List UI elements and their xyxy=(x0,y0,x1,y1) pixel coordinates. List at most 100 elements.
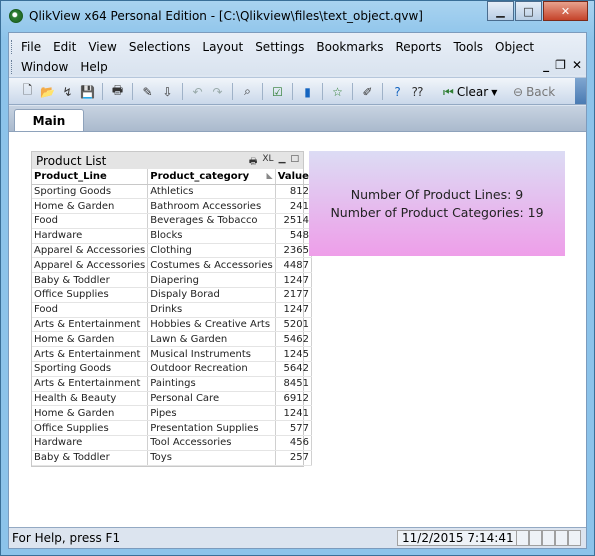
save-icon[interactable]: 💾 xyxy=(79,83,96,100)
cell-product-line[interactable]: Food xyxy=(32,213,149,229)
cell-product-line[interactable]: Arts & Entertainment xyxy=(32,376,149,392)
column-header-value[interactable]: Value xyxy=(275,169,312,185)
menu-reports[interactable]: Reports xyxy=(389,38,447,56)
open-folder-icon[interactable]: 📂 xyxy=(39,83,56,100)
close-button[interactable]: ✕ xyxy=(543,1,588,21)
cell-value[interactable]: 8451 xyxy=(275,376,312,392)
clear-button[interactable]: ⏮ Clear ▼ xyxy=(437,82,503,102)
cell-product-category[interactable]: Drinks xyxy=(147,302,276,318)
redo-icon[interactable]: ↷ xyxy=(209,83,226,100)
menu-help[interactable]: Help xyxy=(74,58,113,76)
maximize-icon[interactable]: □ xyxy=(290,154,299,170)
edit-icon[interactable]: ✐ xyxy=(359,83,376,100)
reload-icon[interactable]: ↯ xyxy=(59,83,76,100)
checkbox-icon[interactable]: ☑ xyxy=(269,83,286,100)
cell-product-line[interactable]: Office Supplies xyxy=(32,287,149,303)
cell-product-line[interactable]: Apparel & Accessories xyxy=(32,257,149,274)
cell-product-category[interactable]: Pipes xyxy=(147,405,276,422)
cell-value[interactable]: 812 xyxy=(275,184,312,200)
excel-export-button[interactable]: XL xyxy=(262,154,273,170)
cell-product-line[interactable]: Baby & Toddler xyxy=(32,272,149,289)
menu-tools[interactable]: Tools xyxy=(447,38,489,56)
help-icon[interactable]: ? xyxy=(389,83,406,100)
cell-product-category[interactable]: Clothing xyxy=(147,243,276,259)
cell-value[interactable]: 5462 xyxy=(275,331,312,348)
cell-product-category[interactable]: Athletics xyxy=(147,184,276,200)
cell-product-category[interactable]: Bathroom Accessories xyxy=(147,198,276,215)
cell-product-category[interactable]: Diapering xyxy=(147,272,276,289)
cell-product-category[interactable]: Beverages & Tobacco xyxy=(147,213,276,229)
cell-product-line[interactable]: Office Supplies xyxy=(32,420,149,437)
table-caption[interactable]: Product List 🖶 XL ▁ □ xyxy=(32,152,303,169)
cell-value[interactable]: 2365 xyxy=(275,243,312,259)
cell-value[interactable]: 4487 xyxy=(275,257,312,274)
cell-product-category[interactable]: Lawn & Garden xyxy=(147,331,276,348)
cell-value[interactable]: 456 xyxy=(275,435,312,451)
cell-value[interactable]: 548 xyxy=(275,228,312,244)
new-document-icon[interactable]: 🗋 xyxy=(19,83,36,100)
cell-product-line[interactable]: Baby & Toddler xyxy=(32,450,149,466)
print-icon[interactable]: 🖶 xyxy=(109,83,126,100)
minimize-icon[interactable]: ▁ xyxy=(279,154,286,170)
tab-main[interactable]: Main xyxy=(14,109,84,133)
cell-product-line[interactable]: Home & Garden xyxy=(32,198,149,215)
cell-value[interactable]: 241 xyxy=(275,198,312,215)
cell-product-category[interactable]: Personal Care xyxy=(147,391,276,407)
product-list-table-box[interactable]: Product List 🖶 XL ▁ □ Product_Line Produ… xyxy=(31,151,312,467)
cell-product-line[interactable]: Sporting Goods xyxy=(32,361,149,377)
minimize-button[interactable]: ▁ xyxy=(487,1,514,21)
menu-file[interactable]: File xyxy=(15,38,47,56)
cell-product-line[interactable]: Sporting Goods xyxy=(32,184,149,200)
back-button[interactable]: ⊖ Back xyxy=(507,82,561,102)
cell-product-category[interactable]: Outdoor Recreation xyxy=(147,361,276,377)
cell-value[interactable]: 577 xyxy=(275,420,312,437)
cell-product-line[interactable]: Arts & Entertainment xyxy=(32,346,149,363)
cell-value[interactable]: 6912 xyxy=(275,391,312,407)
cell-value[interactable]: 1247 xyxy=(275,272,312,289)
menu-settings[interactable]: Settings xyxy=(249,38,310,56)
cell-product-category[interactable]: Dispaly Borad xyxy=(147,287,276,303)
cell-product-line[interactable]: Apparel & Accessories xyxy=(32,243,149,259)
undo-icon[interactable]: ↶ xyxy=(189,83,206,100)
cell-product-line[interactable]: Home & Garden xyxy=(32,331,149,348)
doc-close-icon[interactable]: ✕ xyxy=(572,58,582,72)
search-icon[interactable]: ⌕ xyxy=(239,83,256,100)
cell-product-line[interactable]: Home & Garden xyxy=(32,405,149,422)
cell-product-category[interactable]: Costumes & Accessories xyxy=(147,257,276,274)
cell-product-line[interactable]: Arts & Entertainment xyxy=(32,317,149,333)
cell-value[interactable]: 5201 xyxy=(275,317,312,333)
column-header-product-line[interactable]: Product_Line xyxy=(32,169,149,185)
title-bar[interactable]: QlikView x64 Personal Edition - [C:\Qlik… xyxy=(1,1,594,31)
cell-product-category[interactable]: Paintings xyxy=(147,376,276,392)
cell-product-category[interactable]: Blocks xyxy=(147,228,276,244)
cell-product-category[interactable]: Toys xyxy=(147,450,276,466)
cell-value[interactable]: 257 xyxy=(275,450,312,466)
cell-value[interactable]: 1247 xyxy=(275,302,312,318)
doc-minimize-icon[interactable]: _ xyxy=(543,58,549,72)
toolbar-overflow-button[interactable] xyxy=(575,78,586,104)
summary-text-object[interactable]: Number Of Product Lines: 9 Number of Pro… xyxy=(309,151,565,256)
cell-value[interactable]: 5642 xyxy=(275,361,312,377)
menu-window[interactable]: Window xyxy=(15,58,74,76)
cell-product-line[interactable]: Hardware xyxy=(32,435,149,451)
menu-edit[interactable]: Edit xyxy=(47,38,82,56)
chart-icon[interactable]: ▮ xyxy=(299,83,316,100)
cell-product-category[interactable]: Presentation Supplies xyxy=(147,420,276,437)
reload-data-icon[interactable]: ⇩ xyxy=(159,83,176,100)
cell-product-line[interactable]: Food xyxy=(32,302,149,318)
maximize-button[interactable]: □ xyxy=(515,1,542,21)
menu-selections[interactable]: Selections xyxy=(123,38,197,56)
cell-value[interactable]: 2514 xyxy=(275,213,312,229)
edit-script-icon[interactable]: ✎ xyxy=(139,83,156,100)
menu-layout[interactable]: Layout xyxy=(196,38,249,56)
context-help-icon[interactable]: ⁇ xyxy=(409,83,426,100)
menu-object[interactable]: Object xyxy=(489,38,540,56)
bookmark-star-icon[interactable]: ☆ xyxy=(329,83,346,100)
cell-product-line[interactable]: Health & Beauty xyxy=(32,391,149,407)
cell-product-line[interactable]: Hardware xyxy=(32,228,149,244)
cell-value[interactable]: 2177 xyxy=(275,287,312,303)
menu-view[interactable]: View xyxy=(82,38,122,56)
cell-product-category[interactable]: Tool Accessories xyxy=(147,435,276,451)
cell-product-category[interactable]: Hobbies & Creative Arts xyxy=(147,317,276,333)
cell-value[interactable]: 1245 xyxy=(275,346,312,363)
